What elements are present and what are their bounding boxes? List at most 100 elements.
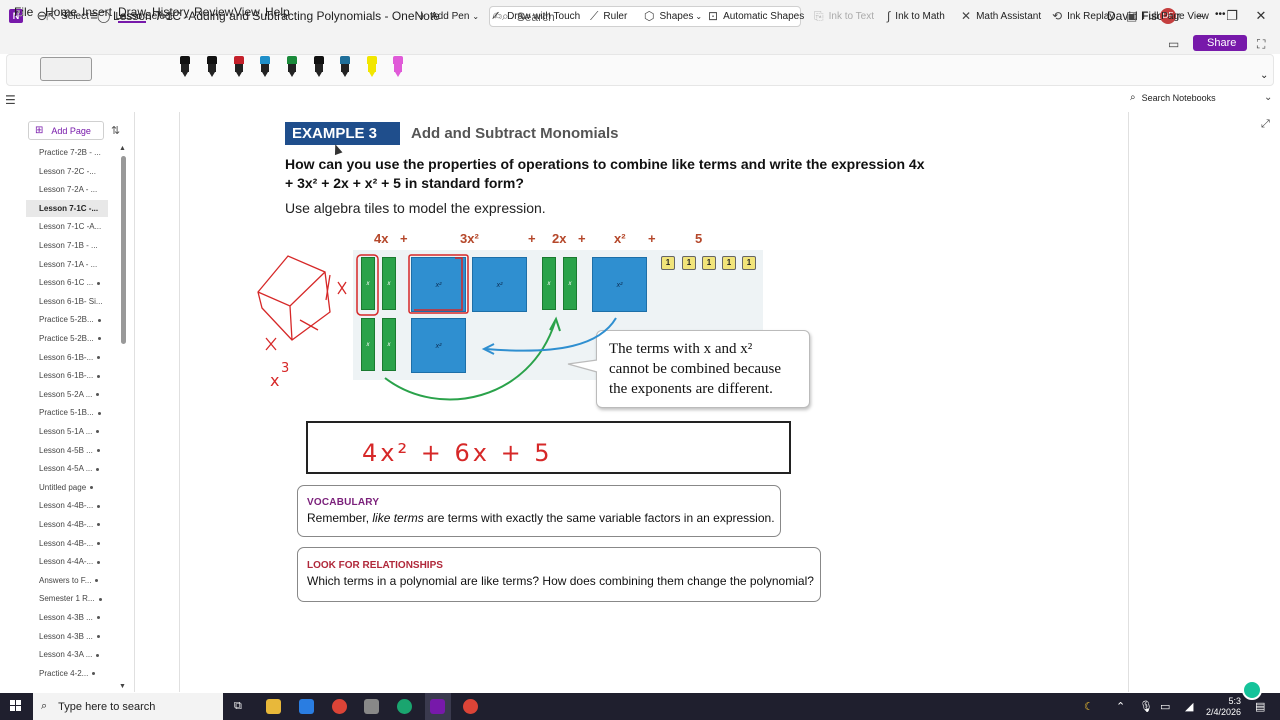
- night-light-icon[interactable]: ☾: [1084, 700, 1094, 713]
- share-button[interactable]: Share: [1193, 35, 1247, 51]
- page-list-item[interactable]: Lesson 6-1C ...: [26, 274, 108, 291]
- page-list-item[interactable]: Lesson 5-1A ...: [26, 423, 108, 440]
- taskbar-search[interactable]: ⌕ Type here to search: [33, 693, 223, 720]
- volume-icon[interactable]: ◢: [1185, 700, 1193, 713]
- page-list-item[interactable]: Lesson 4-4B-...: [26, 497, 108, 514]
- page-list-item[interactable]: Lesson 6-1B-...: [26, 349, 108, 366]
- pen-swatch[interactable]: [392, 56, 404, 78]
- select-button[interactable]: ⇱ Select: [46, 9, 89, 23]
- ink-to-math-button[interactable]: ∫ Ink to Math: [887, 9, 945, 23]
- pen-swatch[interactable]: [233, 56, 245, 78]
- ink-replay-button[interactable]: ⟲ Ink Replay: [1052, 9, 1114, 23]
- search-notebooks[interactable]: ⌕ Search Notebooks: [1130, 92, 1216, 103]
- automatic-shapes-button[interactable]: ⊡ Automatic Shapes: [708, 9, 804, 23]
- page-list-item[interactable]: Semester 1 R...: [26, 590, 108, 607]
- windows-start-icon[interactable]: [10, 700, 22, 712]
- notifications-icon[interactable]: ▤: [1255, 700, 1265, 713]
- page-list-item[interactable]: Answers to F...: [26, 572, 108, 589]
- page-list-item[interactable]: Practice 5-2B...: [26, 311, 108, 328]
- select-tool-highlight: [40, 57, 92, 81]
- expand-icon[interactable]: ⤢: [1261, 118, 1270, 131]
- menu-review[interactable]: Review: [194, 5, 233, 19]
- page-list-item[interactable]: Lesson 7-1A - ...: [26, 256, 108, 273]
- page-list-item[interactable]: Lesson 4-5A ...: [26, 460, 108, 477]
- full-page-view-button[interactable]: ▣ Full Page View: [1126, 9, 1209, 23]
- page-list-item[interactable]: Lesson 7-2A - ...: [26, 181, 108, 198]
- collapse-ribbon-icon[interactable]: ⌄: [1260, 70, 1268, 81]
- page-list-item[interactable]: Practice 5-1B...: [26, 404, 108, 421]
- page-title: Lesson 7-1A - ...: [39, 259, 98, 269]
- page-title: Lesson 5-1A ...: [39, 427, 93, 436]
- hamburger-menu-icon[interactable]: ☰: [5, 93, 16, 107]
- lasso-select-button[interactable]: ◯ Lasso Select: [97, 9, 173, 23]
- page-title: Lesson 6-1B-...: [39, 352, 94, 362]
- scroll-up-icon[interactable]: ▲: [119, 145, 126, 152]
- page-list-item[interactable]: Lesson 7-1C -A...: [26, 218, 108, 235]
- page-title: Lesson 6-1B-...: [39, 371, 94, 381]
- shapes-button[interactable]: ⬡ Shapes ⌄: [644, 9, 702, 23]
- unit-tile: 1: [661, 256, 675, 270]
- page-list-item[interactable]: Lesson 4-4B-...: [26, 516, 108, 533]
- feedback-icon[interactable]: ⛶: [1257, 37, 1265, 52]
- pen-swatch[interactable]: [339, 56, 351, 78]
- page-list-item[interactable]: Lesson 6-1B- Si...: [26, 293, 108, 310]
- auto-shapes-icon: ⊡: [708, 9, 719, 23]
- pen-swatch[interactable]: [259, 56, 271, 78]
- pen-swatch[interactable]: [206, 56, 218, 78]
- page-list-item[interactable]: Lesson 4-3B ...: [26, 628, 108, 645]
- clock[interactable]: 5:3 2/4/2026: [1206, 696, 1241, 718]
- tile-header-4x: 4x: [374, 231, 389, 246]
- page-list-item[interactable]: Lesson 4-3B ...: [26, 609, 108, 626]
- task-view-icon[interactable]: ⧉: [234, 700, 242, 713]
- ink-to-text-button[interactable]: ⎘ Ink to Text: [814, 9, 874, 24]
- file-explorer-icon[interactable]: [266, 699, 281, 714]
- chevron-down-icon[interactable]: ⌄: [1264, 92, 1272, 103]
- page-title: Practice 5-1B...: [39, 408, 94, 418]
- ruler-button[interactable]: ⟋ Ruler: [590, 9, 627, 24]
- pen-swatch[interactable]: [286, 56, 298, 78]
- network-icon[interactable]: ▭: [1160, 700, 1170, 713]
- chevron-up-icon[interactable]: ⌃: [1116, 700, 1125, 713]
- page-list-item[interactable]: Lesson 4-5B ...: [26, 442, 108, 459]
- page-list-item[interactable]: Lesson 4-4A-...: [26, 553, 108, 570]
- page-list-item[interactable]: Practice 7-2B - ...: [26, 144, 108, 161]
- tile-header-plus: +: [578, 231, 586, 246]
- look-for-relationships-box: LOOK FOR RELATIONSHIPS Which terms in a …: [297, 547, 821, 602]
- more-options-button[interactable]: •••: [1215, 9, 1226, 20]
- microphone-icon[interactable]: 🎙: [1139, 700, 1153, 713]
- page-list-item[interactable]: Practice 4-2...: [26, 665, 108, 682]
- scroll-down-icon[interactable]: ▼: [119, 683, 126, 690]
- page-list-item[interactable]: Lesson 7-1C -...: [26, 199, 108, 217]
- draw-with-touch-button[interactable]: ✍ Draw with Touch: [492, 9, 580, 23]
- grammarly-icon[interactable]: [1242, 680, 1262, 700]
- page-list-item[interactable]: Lesson 7-1B - ...: [26, 237, 108, 254]
- onenote-icon[interactable]: [430, 699, 445, 714]
- redo-icon[interactable]: ↻: [16, 9, 24, 20]
- page-list-item[interactable]: Practice 5-2B...: [26, 330, 108, 347]
- page-title: Lesson 7-2A - ...: [39, 185, 98, 195]
- page-list-item[interactable]: Lesson 4-4B-...: [26, 535, 108, 552]
- cube-label-exponent: 3: [281, 361, 289, 376]
- menu-view[interactable]: View: [234, 5, 260, 19]
- page-list-item[interactable]: Lesson 4-3A ...: [26, 646, 108, 663]
- pen-swatch[interactable]: [179, 56, 191, 78]
- app-icon[interactable]: [364, 699, 379, 714]
- chrome-icon[interactable]: [332, 699, 347, 714]
- pen-swatch[interactable]: [313, 56, 325, 78]
- page-list-item[interactable]: Untitled page: [26, 479, 108, 496]
- mail-icon[interactable]: [299, 699, 314, 714]
- chrome-icon[interactable]: [463, 699, 478, 714]
- menu-help[interactable]: Help: [265, 5, 290, 19]
- page-list-item[interactable]: Lesson 7-2C -...: [26, 163, 108, 180]
- sort-icon[interactable]: ⇅: [111, 124, 120, 137]
- add-page-button[interactable]: ⊞ Add Page: [28, 121, 104, 140]
- math-assistant-button[interactable]: ✕ Math Assistant: [961, 9, 1041, 23]
- page-list-item[interactable]: Lesson 5-2A ...: [26, 386, 108, 403]
- sticky-notes-icon[interactable]: ▭: [1168, 37, 1179, 51]
- page-list-item[interactable]: Lesson 6-1B-...: [26, 367, 108, 384]
- edge-icon[interactable]: [397, 699, 412, 714]
- scrollbar-thumb[interactable]: [121, 156, 126, 344]
- add-pen-button[interactable]: + Add Pen ⌄: [419, 9, 479, 23]
- close-icon[interactable]: ✕: [1251, 8, 1271, 24]
- pen-swatch[interactable]: [366, 56, 378, 78]
